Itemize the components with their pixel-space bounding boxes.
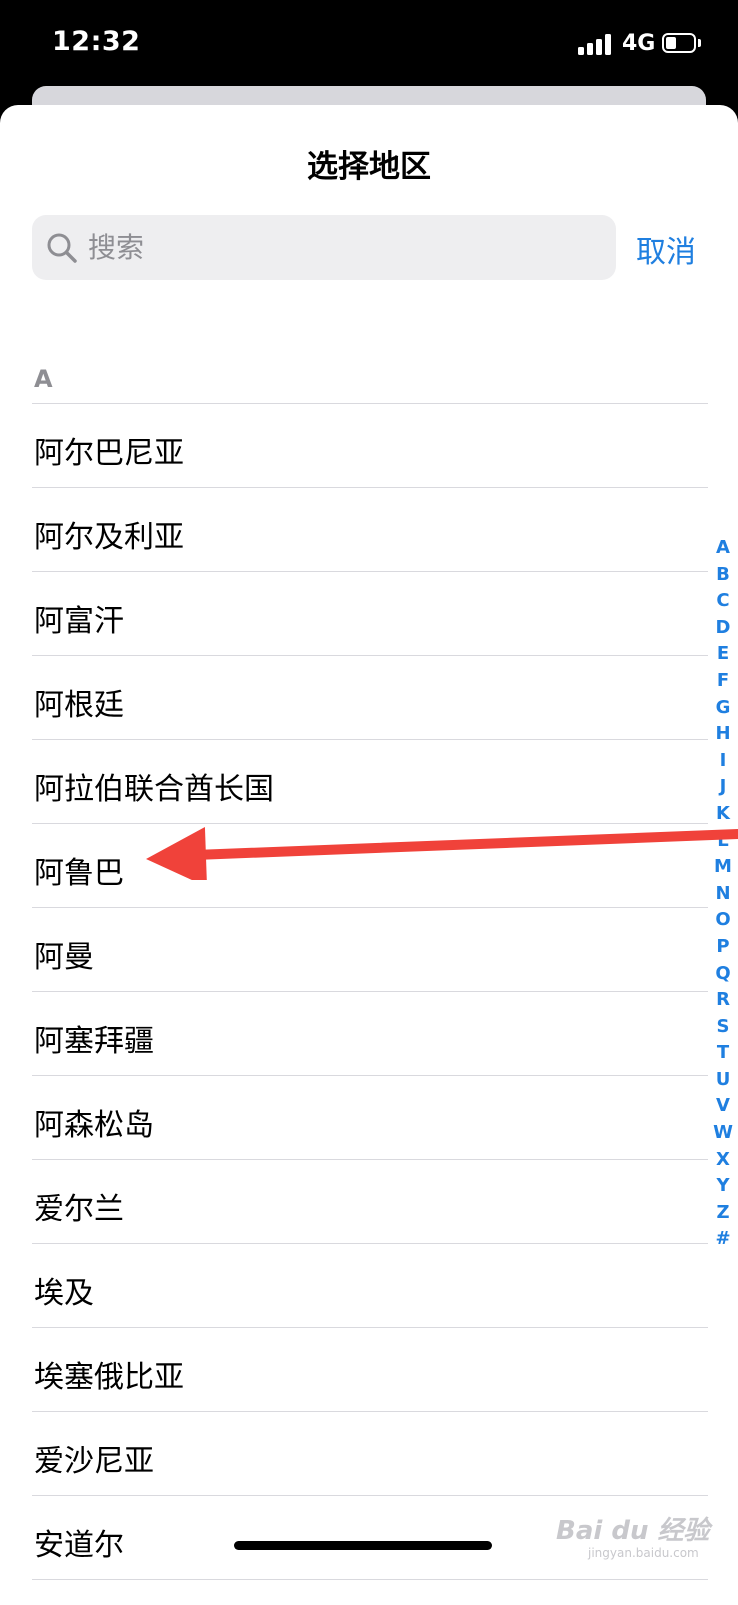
region-name: 爱沙尼亚 bbox=[34, 1444, 154, 1479]
index-letter[interactable]: H bbox=[708, 721, 738, 748]
region-name: 阿森松岛 bbox=[34, 1108, 154, 1143]
list-item[interactable]: 阿尔及利亚 bbox=[0, 488, 738, 572]
index-letter[interactable]: X bbox=[708, 1147, 738, 1174]
index-letter[interactable]: E bbox=[708, 641, 738, 668]
watermark-logo: Bai du 经验 bbox=[556, 1516, 710, 1546]
region-name: 埃塞俄比亚 bbox=[34, 1360, 184, 1395]
region-name: 阿尔巴尼亚 bbox=[34, 436, 184, 471]
battery-icon bbox=[662, 33, 702, 55]
index-letter[interactable]: U bbox=[708, 1067, 738, 1094]
list-item[interactable]: 阿尔巴尼亚 bbox=[0, 404, 738, 488]
index-letter[interactable]: B bbox=[708, 562, 738, 589]
region-name: 阿曼 bbox=[34, 940, 94, 975]
signal-strength-icon bbox=[578, 33, 614, 55]
row-divider bbox=[32, 1579, 708, 1580]
region-list: 阿尔巴尼亚 阿尔及利亚 阿富汗 阿根廷 阿拉伯联合酋长国 阿鲁巴 阿曼 阿塞拜疆 阿森松岛 爱尔兰… bbox=[0, 404, 738, 1580]
index-letter[interactable]: J bbox=[708, 774, 738, 801]
list-item[interactable]: 阿富汗 bbox=[0, 572, 738, 656]
index-letter[interactable]: Z bbox=[708, 1200, 738, 1227]
home-indicator[interactable] bbox=[234, 1541, 492, 1550]
page-title: 选择地区 bbox=[307, 149, 431, 185]
region-name: 阿塞拜疆 bbox=[34, 1024, 154, 1059]
region-name: 埃及 bbox=[34, 1276, 94, 1311]
index-letter[interactable]: S bbox=[708, 1014, 738, 1041]
index-letter[interactable]: O bbox=[708, 907, 738, 934]
index-letter[interactable]: W bbox=[708, 1120, 738, 1147]
network-type: 4G bbox=[622, 31, 656, 56]
index-letter[interactable]: # bbox=[708, 1226, 738, 1253]
alphabet-index-bar[interactable]: A B C D E F G H I J K L M N O P Q R S T U V W X Y Z # bbox=[708, 535, 738, 1253]
region-name: 阿尔及利亚 bbox=[34, 520, 184, 555]
list-item[interactable]: 爱沙尼亚 bbox=[0, 1412, 738, 1496]
index-letter[interactable]: V bbox=[708, 1093, 738, 1120]
cancel-button[interactable]: 取消 bbox=[636, 227, 696, 271]
index-letter[interactable]: T bbox=[708, 1040, 738, 1067]
watermark-site: jingyan.baidu.com bbox=[588, 1546, 699, 1560]
index-letter[interactable]: G bbox=[708, 695, 738, 722]
index-letter[interactable]: P bbox=[708, 934, 738, 961]
index-letter[interactable]: C bbox=[708, 588, 738, 615]
index-letter[interactable]: I bbox=[708, 748, 738, 775]
index-letter[interactable]: A bbox=[708, 535, 738, 562]
status-time: 12:32 bbox=[52, 26, 141, 57]
list-item[interactable]: 阿曼 bbox=[0, 908, 738, 992]
search-input[interactable] bbox=[88, 215, 598, 280]
region-name: 爱尔兰 bbox=[34, 1192, 124, 1227]
index-letter[interactable]: N bbox=[708, 881, 738, 908]
list-item[interactable]: 埃及 bbox=[0, 1244, 738, 1328]
list-item[interactable]: 阿森松岛 bbox=[0, 1076, 738, 1160]
search-icon bbox=[47, 233, 77, 263]
index-letter[interactable]: D bbox=[708, 615, 738, 642]
search-box[interactable] bbox=[32, 215, 616, 280]
annotation-arrow-icon bbox=[146, 826, 738, 880]
list-item[interactable]: 阿根廷 bbox=[0, 656, 738, 740]
list-item[interactable]: 埃塞俄比亚 bbox=[0, 1328, 738, 1412]
region-name: 阿鲁巴 bbox=[34, 856, 124, 891]
list-item[interactable]: 爱尔兰 bbox=[0, 1160, 738, 1244]
region-name: 安道尔 bbox=[34, 1528, 124, 1563]
index-letter[interactable]: R bbox=[708, 987, 738, 1014]
region-name: 阿根廷 bbox=[34, 688, 124, 723]
index-letter[interactable]: Q bbox=[708, 961, 738, 988]
region-name: 阿富汗 bbox=[34, 604, 124, 639]
list-item[interactable]: 阿塞拜疆 bbox=[0, 992, 738, 1076]
section-header-a: A bbox=[34, 365, 53, 393]
index-letter[interactable]: F bbox=[708, 668, 738, 695]
status-bar: 12:32 4G bbox=[0, 0, 738, 90]
index-letter[interactable]: Y bbox=[708, 1173, 738, 1200]
